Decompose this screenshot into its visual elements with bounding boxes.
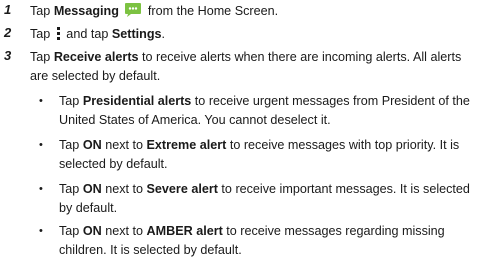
bullet-text: Tap ON next to Extreme alert to receive … bbox=[59, 138, 460, 171]
bullet-dot: • bbox=[39, 95, 43, 107]
settings-label: Settings bbox=[111, 27, 162, 41]
step-text: Tap and tap Settings. bbox=[30, 25, 477, 47]
step-number: 1 bbox=[4, 2, 12, 17]
messaging-app-icon bbox=[124, 2, 142, 24]
bullet-dot: • bbox=[39, 139, 43, 151]
bullet-dot: • bbox=[39, 225, 43, 237]
instruction-document: 1 Tap Messaging from the Home Screen. 2 … bbox=[0, 0, 485, 261]
bullet-text: Tap ON next to Severe alert to receive i… bbox=[59, 182, 470, 215]
bullet-dot: • bbox=[39, 183, 43, 195]
receive-alerts-label: Receive alerts bbox=[53, 50, 139, 64]
bullet-text: Tap ON next to AMBER alert to receive me… bbox=[59, 224, 445, 257]
step-text: Tap Messaging from the Home Screen. bbox=[30, 2, 477, 24]
vertical-menu-icon bbox=[56, 26, 61, 47]
step-number: 3 bbox=[4, 48, 12, 63]
bullet-text: Tap Presidential alerts to receive urgen… bbox=[59, 94, 470, 127]
app-name: Messaging bbox=[53, 4, 119, 18]
step-text: Tap Receive alerts to receive alerts whe… bbox=[30, 50, 462, 83]
step-number: 2 bbox=[4, 25, 12, 40]
